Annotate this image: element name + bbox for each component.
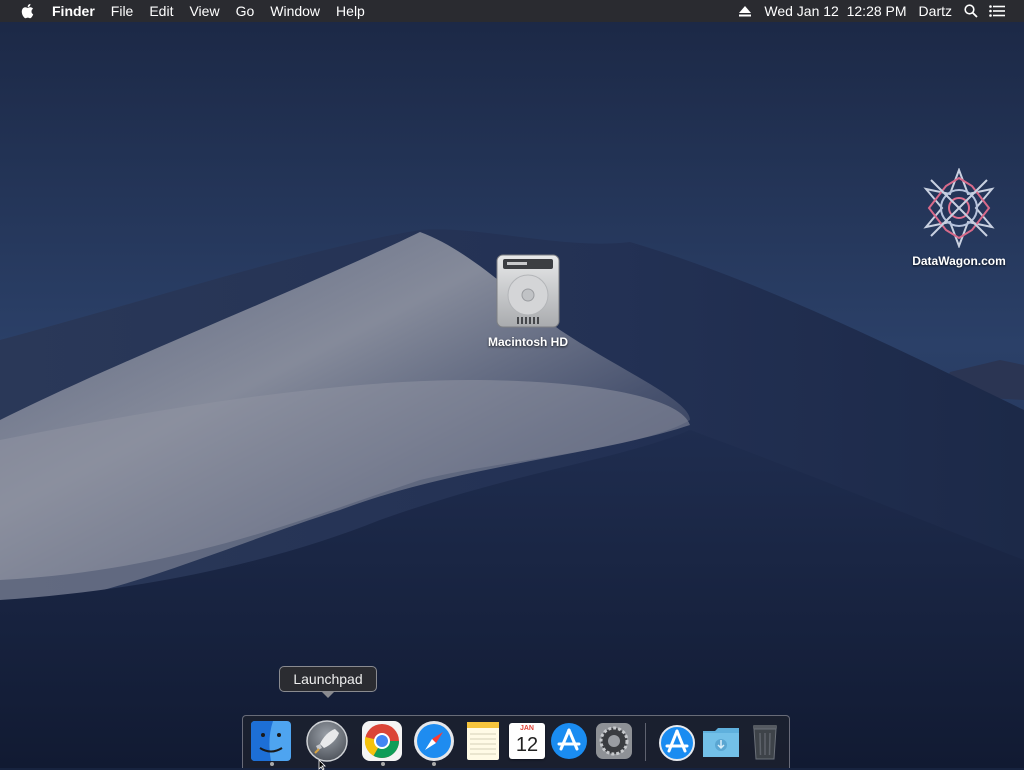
safari-icon: [414, 721, 454, 761]
desktop-item-label: Macintosh HD: [487, 335, 568, 349]
notes-icon: [467, 722, 499, 760]
dock-item-app-store[interactable]: [547, 719, 591, 763]
hard-drive-icon: [491, 253, 565, 329]
trash-icon: [753, 725, 777, 760]
app-store-icon: [551, 723, 587, 759]
applications-stack-icon: [659, 725, 695, 761]
menu-view[interactable]: View: [181, 0, 227, 22]
menu-file[interactable]: File: [103, 0, 142, 22]
calendar-month: JAN: [519, 725, 534, 732]
calendar-day: 12: [515, 734, 539, 756]
launchpad-icon: [306, 720, 348, 762]
datawagon-logo-icon: [917, 167, 1001, 249]
menu-user[interactable]: Dartz: [913, 0, 958, 22]
menu-app-name[interactable]: Finder: [44, 0, 103, 22]
running-indicator: [381, 762, 385, 766]
downloads-folder-icon: [703, 728, 739, 757]
menu-go[interactable]: Go: [228, 0, 263, 22]
running-indicator: [270, 762, 274, 766]
notification-center-icon[interactable]: [984, 0, 1010, 22]
menu-edit[interactable]: Edit: [141, 0, 181, 22]
dock-item-safari[interactable]: [412, 719, 456, 763]
dock-item-applications[interactable]: [655, 719, 699, 763]
menu-bar: Finder File Edit View Go Window Help Wed…: [0, 0, 1024, 22]
running-indicator: [432, 762, 436, 766]
dock-item-downloads[interactable]: [699, 719, 743, 763]
mouse-cursor-icon: [318, 760, 326, 770]
desktop-wallpaper: [0, 0, 1024, 768]
dock-item-launchpad[interactable]: [305, 719, 349, 763]
dock-separator: [645, 723, 646, 761]
finder-icon: [251, 721, 291, 761]
apple-menu-icon[interactable]: [16, 0, 38, 22]
spotlight-search-icon[interactable]: [958, 0, 984, 22]
desktop-item-macintosh-hd[interactable]: Macintosh HD: [476, 253, 580, 349]
dock-item-calendar[interactable]: JAN 12: [505, 719, 549, 763]
dock-item-system-preferences[interactable]: [592, 719, 636, 763]
dock-item-finder[interactable]: [249, 719, 293, 763]
dock-item-trash[interactable]: [743, 719, 787, 763]
dock-item-notes[interactable]: [461, 719, 505, 763]
eject-icon[interactable]: [732, 0, 758, 22]
menu-datetime[interactable]: Wed Jan 12 12:28 PM: [758, 0, 912, 22]
menu-help[interactable]: Help: [328, 0, 373, 22]
desktop-item-datawagon[interactable]: DataWagon.com: [900, 167, 1018, 268]
menu-window[interactable]: Window: [262, 0, 328, 22]
chrome-icon: [362, 721, 402, 761]
system-preferences-icon: [596, 723, 632, 759]
calendar-icon: JAN 12: [509, 723, 545, 759]
desktop-item-label: DataWagon.com: [912, 254, 1006, 268]
dock-tooltip: Launchpad: [279, 666, 377, 698]
dock-item-chrome[interactable]: [360, 719, 404, 763]
